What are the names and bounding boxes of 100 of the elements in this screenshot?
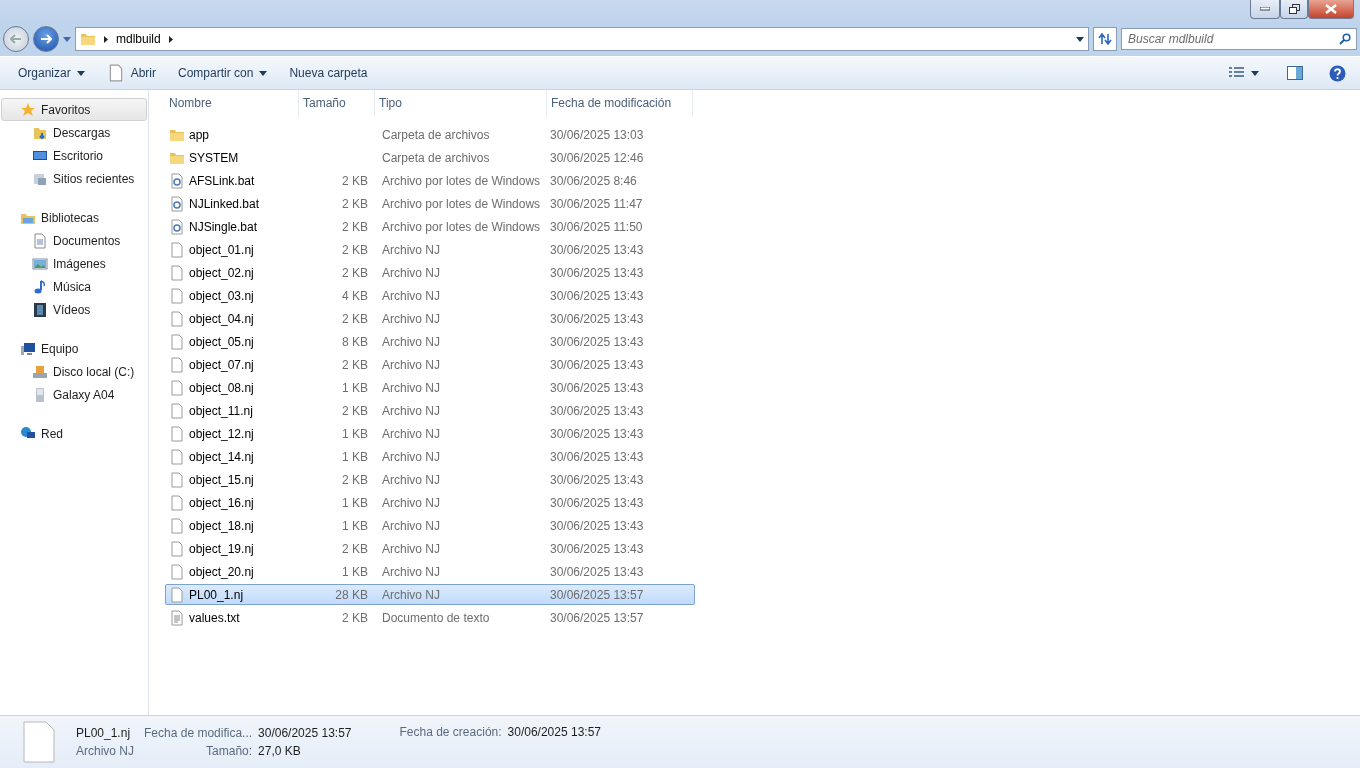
column-header[interactable]: Nombre: [165, 90, 299, 116]
search-field[interactable]: Buscar mdlbuild: [1121, 28, 1357, 50]
file-row[interactable]: object_11.nj 2 KB Archivo NJ 30/06/2025 13:43: [165, 400, 695, 421]
file-type: Archivo NJ: [381, 426, 441, 441]
sidebar-item[interactable]: Imágenes: [1, 252, 147, 275]
file-size: 1 KB: [341, 495, 369, 510]
file-row[interactable]: NJSingle.bat 2 KB Archivo por lotes de Windows 30/06/2025 11:50: [165, 216, 695, 237]
file-type: Archivo NJ: [381, 518, 441, 533]
detail-value: 30/06/2025 13:57: [507, 725, 601, 739]
file-date: 30/06/2025 13:43: [549, 449, 645, 464]
file-date: 30/06/2025 13:43: [549, 380, 645, 395]
file-row[interactable]: AFSLink.bat 2 KB Archivo por lotes de Windows 30/06/2025 8:46: [165, 170, 695, 191]
sidebar-item[interactable]: Sitios recientes: [1, 167, 147, 190]
file-row[interactable]: object_18.nj 1 KB Archivo NJ 30/06/2025 13:43: [165, 515, 695, 536]
file-row[interactable]: object_07.nj 2 KB Archivo NJ 30/06/2025 13:43: [165, 354, 695, 375]
file-icon: [169, 241, 185, 258]
file-name: object_16.nj: [189, 495, 254, 510]
file-row[interactable]: object_20.nj 1 KB Archivo NJ 30/06/2025 13:43: [165, 561, 695, 582]
detail-label: Fecha de modifica...: [144, 726, 253, 740]
file-row[interactable]: object_14.nj 1 KB Archivo NJ 30/06/2025 13:43: [165, 446, 695, 467]
file-row[interactable]: NJLinked.bat 2 KB Archivo por lotes de Windows 30/06/2025 11:47: [165, 193, 695, 214]
file-name: object_04.nj: [189, 311, 254, 326]
sidebar-item[interactable]: Música: [1, 275, 147, 298]
caret-icon: [259, 70, 268, 76]
file-row[interactable]: PL00_1.nj 28 KB Archivo NJ 30/06/2025 13:57: [165, 584, 695, 605]
picture-icon: [32, 255, 48, 272]
file-type: Archivo NJ: [381, 242, 441, 257]
file-type: Carpeta de archivos: [381, 150, 491, 165]
file-name: object_20.nj: [189, 564, 254, 579]
file-name: object_03.nj: [189, 288, 254, 303]
search-icon: [1339, 33, 1351, 45]
file-type: Archivo NJ: [381, 288, 441, 303]
close-icon: [1325, 4, 1337, 14]
file-size: 1 KB: [341, 380, 369, 395]
file-row[interactable]: app Carpeta de archivos 30/06/2025 13:03: [165, 124, 695, 145]
file-row[interactable]: SYSTEM Carpeta de archivos 30/06/2025 12:46: [165, 147, 695, 168]
column-header[interactable]: Fecha de modificación: [547, 90, 693, 116]
toolbar-button[interactable]: Nueva carpeta: [281, 62, 376, 84]
sidebar-item[interactable]: Escritorio: [1, 144, 147, 167]
file-name: values.txt: [189, 610, 240, 625]
sidebar-item[interactable]: Red: [1, 422, 147, 445]
toolbar-button[interactable]: Compartir con: [170, 62, 276, 84]
file-icon: [169, 586, 185, 603]
back-button[interactable]: [3, 26, 29, 52]
file-type: Archivo NJ: [381, 449, 441, 464]
file-size: 2 KB: [341, 219, 369, 234]
sidebar-item[interactable]: Favoritos: [1, 98, 147, 121]
file-date: 30/06/2025 13:57: [549, 610, 645, 625]
file-row[interactable]: object_08.nj 1 KB Archivo NJ 30/06/2025 13:43: [165, 377, 695, 398]
file-date: 30/06/2025 13:43: [549, 311, 645, 326]
file-row[interactable]: object_15.nj 2 KB Archivo NJ 30/06/2025 13:43: [165, 469, 695, 490]
sidebar-item[interactable]: Documentos: [1, 229, 147, 252]
file-date: 30/06/2025 13:57: [549, 587, 645, 602]
file-row[interactable]: object_04.nj 2 KB Archivo NJ 30/06/2025 13:43: [165, 308, 695, 329]
file-name: PL00_1.nj: [189, 587, 244, 602]
file-type: Archivo NJ: [381, 495, 441, 510]
file-row[interactable]: object_05.nj 8 KB Archivo NJ 30/06/2025 13:43: [165, 331, 695, 352]
sidebar-item[interactable]: Descargas: [1, 121, 147, 144]
restore-button[interactable]: [1280, 0, 1308, 19]
address-bar[interactable]: mdlbuild: [75, 27, 1089, 51]
sidebar-item[interactable]: Bibliotecas: [1, 206, 147, 229]
sidebar-item[interactable]: Disco local (C:): [1, 360, 147, 383]
close-button[interactable]: [1308, 0, 1354, 19]
file-row[interactable]: object_16.nj 1 KB Archivo NJ 30/06/2025 13:43: [165, 492, 695, 513]
file-row[interactable]: values.txt 2 KB Documento de texto 30/06/2025 13:57: [165, 607, 695, 628]
preview-pane-icon[interactable]: [1287, 66, 1303, 80]
toolbar-button[interactable]: Abrir: [98, 60, 165, 86]
file-date: 30/06/2025 11:47: [549, 196, 644, 211]
file-date: 30/06/2025 13:43: [549, 265, 645, 280]
file-size: 2 KB: [341, 357, 369, 372]
column-header[interactable]: Tipo: [375, 90, 547, 116]
help-icon[interactable]: [1329, 64, 1346, 82]
file-row[interactable]: object_12.nj 1 KB Archivo NJ 30/06/2025 13:43: [165, 423, 695, 444]
detail-value: 30/06/2025 13:57: [258, 726, 352, 740]
file-row[interactable]: object_19.nj 2 KB Archivo NJ 30/06/2025 13:43: [165, 538, 695, 559]
recent-pages-caret-icon[interactable]: [63, 36, 71, 42]
file-name: NJLinked.bat: [189, 196, 260, 211]
file-row[interactable]: object_03.nj 4 KB Archivo NJ 30/06/2025 13:43: [165, 285, 695, 306]
sidebar-item[interactable]: Equipo: [1, 337, 147, 360]
file-row[interactable]: object_02.nj 2 KB Archivo NJ 30/06/2025 13:43: [165, 262, 695, 283]
file-name: object_19.nj: [189, 541, 254, 556]
file-name: object_01.nj: [189, 242, 254, 257]
file-date: 30/06/2025 13:03: [549, 127, 645, 142]
forward-button[interactable]: [33, 26, 59, 52]
file-name: object_14.nj: [189, 449, 254, 464]
music-note-icon: [32, 278, 48, 295]
breadcrumb[interactable]: mdlbuild: [116, 32, 161, 46]
minimize-button[interactable]: [1250, 0, 1280, 19]
refresh-button[interactable]: [1093, 27, 1117, 51]
sidebar-item[interactable]: Vídeos: [1, 298, 147, 321]
file-type: Archivo NJ: [381, 472, 441, 487]
view-options-icon[interactable]: [1229, 67, 1259, 79]
file-icon: [169, 333, 185, 350]
toolbar-button[interactable]: Organizar: [10, 62, 93, 84]
file-type: Archivo NJ: [381, 403, 441, 418]
column-header[interactable]: Tamaño: [299, 90, 375, 116]
sidebar-item[interactable]: Galaxy A04: [1, 383, 147, 406]
file-icon: [169, 494, 185, 511]
forward-arrow-icon: [40, 34, 52, 44]
file-row[interactable]: object_01.nj 2 KB Archivo NJ 30/06/2025 13:43: [165, 239, 695, 260]
